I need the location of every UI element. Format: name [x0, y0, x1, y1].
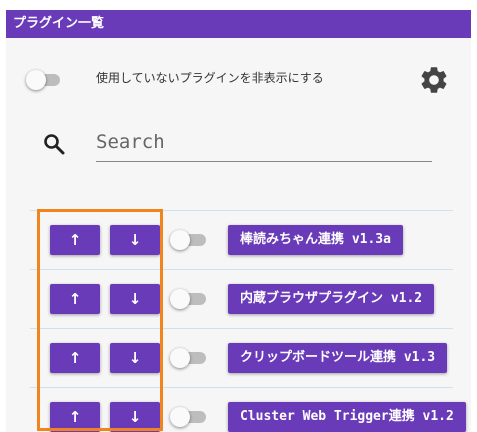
move-down-button[interactable]: ↓ [110, 402, 160, 432]
plugin-row: ↑ ↓ クリップボードツール連携 v1.3 [30, 329, 453, 387]
move-down-button[interactable]: ↓ [110, 225, 160, 255]
move-up-button[interactable]: ↑ [50, 402, 100, 432]
move-down-button[interactable]: ↓ [110, 284, 160, 314]
move-down-button[interactable]: ↓ [110, 343, 160, 373]
plugin-enable-toggle[interactable] [170, 230, 190, 250]
plugin-name-button[interactable]: 内蔵ブラウザプラグイン v1.2 [228, 284, 435, 314]
window-title: プラグイン一覧 [6, 10, 471, 38]
gear-icon[interactable] [418, 64, 450, 96]
plugin-enable-toggle[interactable] [170, 407, 190, 427]
plugin-enable-toggle[interactable] [170, 289, 190, 309]
plugin-list: ↑ ↓ 棒読みちゃん連携 v1.3a ↑ ↓ 内蔵ブラウザプラグイン v1.2 … [30, 210, 466, 432]
plugin-row: ↑ ↓ Cluster Web Trigger連携 v1.2 [30, 388, 466, 432]
search-input[interactable] [96, 126, 432, 162]
plugin-enable-toggle[interactable] [170, 348, 190, 368]
hide-unused-toggle[interactable] [26, 70, 46, 90]
plugin-list-panel: プラグイン一覧 使用していないプラグインを非表示にする ↑ ↓ 棒読みちゃん連携… [6, 10, 471, 432]
plugin-name-button[interactable]: クリップボードツール連携 v1.3 [228, 343, 448, 373]
move-up-button[interactable]: ↑ [50, 225, 100, 255]
move-up-button[interactable]: ↑ [50, 284, 100, 314]
hide-unused-label: 使用していないプラグインを非表示にする [96, 71, 324, 85]
plugin-name-button[interactable]: Cluster Web Trigger連携 v1.2 [228, 402, 466, 432]
plugin-row: ↑ ↓ 棒読みちゃん連携 v1.3a [30, 211, 453, 269]
plugin-row: ↑ ↓ 内蔵ブラウザプラグイン v1.2 [30, 270, 453, 328]
search-icon [44, 134, 65, 155]
plugin-name-button[interactable]: 棒読みちゃん連携 v1.3a [228, 225, 403, 255]
move-up-button[interactable]: ↑ [50, 343, 100, 373]
